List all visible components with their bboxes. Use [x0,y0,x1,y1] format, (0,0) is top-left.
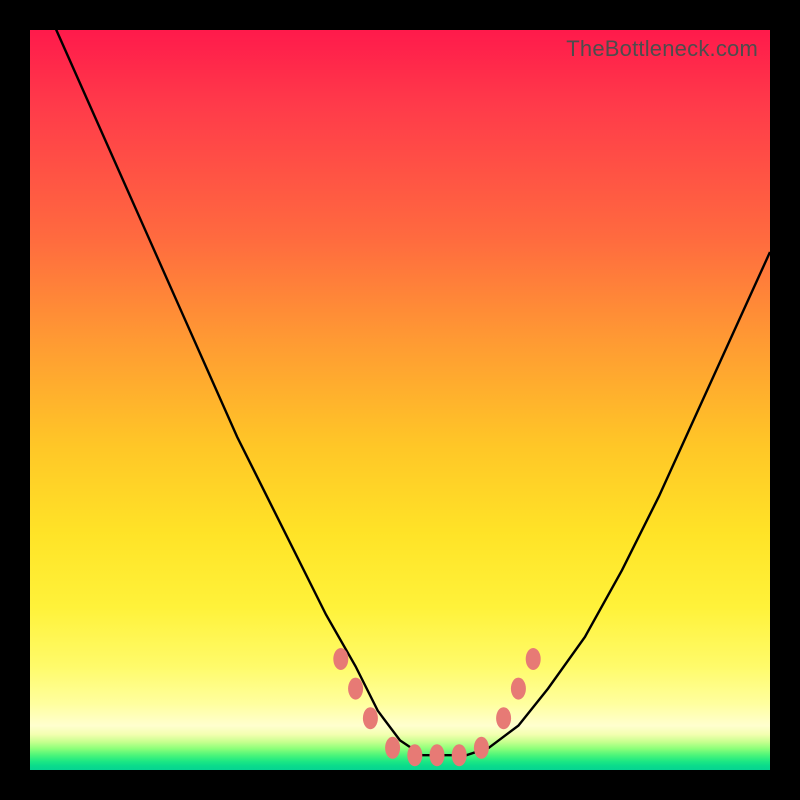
curve-marker [474,737,489,759]
curve-marker [430,744,445,766]
curve-marker [333,648,348,670]
curve-marker [511,678,526,700]
curve-marker [363,707,378,729]
chart-frame: TheBottleneck.com [0,0,800,800]
curve-marker [526,648,541,670]
curve-markers [333,648,540,766]
curve-marker [407,744,422,766]
curve-marker [348,678,363,700]
curve-path [30,30,770,755]
curve-marker [496,707,511,729]
curve-marker [385,737,400,759]
watermark-text: TheBottleneck.com [566,36,758,62]
bottleneck-curve [30,30,770,770]
curve-marker [452,744,467,766]
plot-area: TheBottleneck.com [30,30,770,770]
